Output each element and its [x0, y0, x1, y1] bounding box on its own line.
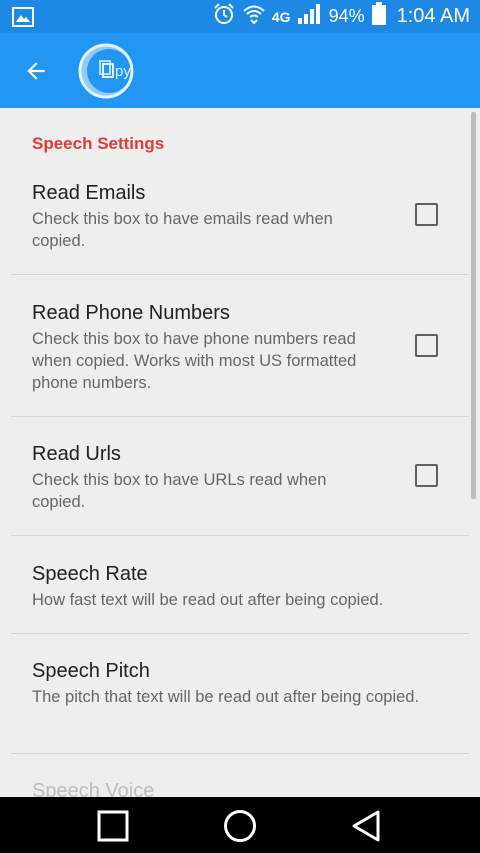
pref-speech-voice[interactable]: Speech Voice [0, 766, 470, 797]
divider [11, 753, 469, 754]
divider [11, 633, 469, 634]
read-phone-numbers-checkbox[interactable] [415, 334, 438, 357]
alarm-icon [212, 2, 236, 31]
back-nav-button[interactable] [346, 806, 386, 846]
pref-title: Read Phone Numbers [32, 302, 230, 324]
pref-title: Read Urls [32, 443, 121, 465]
app-bar: py [0, 33, 480, 108]
network-type-label: 4G [271, 8, 291, 25]
navigation-bar [0, 797, 480, 853]
read-emails-checkbox[interactable] [415, 203, 438, 226]
pref-title: Speech Voice [32, 780, 155, 797]
signal-icon [297, 2, 323, 31]
read-urls-checkbox[interactable] [415, 464, 438, 487]
home-button[interactable] [220, 806, 260, 846]
app-logo: py [78, 43, 134, 99]
battery-percent: 94% [328, 6, 365, 26]
pref-read-emails[interactable]: Read Emails Check this box to have email… [0, 168, 470, 274]
recent-apps-button[interactable] [93, 806, 133, 846]
triangle-icon [352, 810, 380, 842]
pref-read-phone-numbers[interactable]: Read Phone Numbers Check this box to hav… [0, 288, 470, 416]
gallery-notification-icon [12, 7, 34, 32]
wifi-icon [242, 3, 266, 30]
pref-summary: How fast text will be read out after bei… [32, 591, 384, 609]
pref-summary: Check this box to have URLs read when co… [32, 471, 327, 511]
category-header: Speech Settings [32, 134, 165, 153]
pref-read-urls[interactable]: Read Urls Check this box to have URLs re… [0, 429, 470, 535]
pref-title: Read Emails [32, 182, 146, 204]
circle-icon [224, 810, 256, 842]
clock: 1:04 AM [396, 5, 470, 27]
copy-logo-icon: py [78, 43, 134, 99]
arrow-back-icon [27, 62, 45, 80]
pref-title: Speech Pitch [32, 660, 150, 682]
divider [11, 535, 469, 536]
back-button[interactable] [18, 53, 54, 89]
pref-summary: Check this box to have phone numbers rea… [32, 330, 357, 392]
scrollbar[interactable] [471, 112, 476, 499]
battery-icon [371, 2, 387, 31]
pref-summary: Check this box to have emails read when … [32, 210, 333, 250]
pref-summary: The pitch that text will be read out aft… [32, 688, 420, 706]
pref-speech-pitch[interactable]: Speech Pitch The pitch that text will be… [0, 646, 470, 753]
pref-speech-rate[interactable]: Speech Rate How fast text will be read o… [0, 549, 470, 633]
divider [11, 274, 469, 275]
divider [11, 416, 469, 417]
pref-title: Speech Rate [32, 563, 148, 585]
settings-list[interactable]: Speech Settings Read Emails Check this b… [0, 108, 480, 797]
svg-text:py: py [115, 63, 131, 80]
square-icon [97, 810, 129, 842]
status-bar: 4G 94% 1:04 AM [0, 0, 480, 33]
